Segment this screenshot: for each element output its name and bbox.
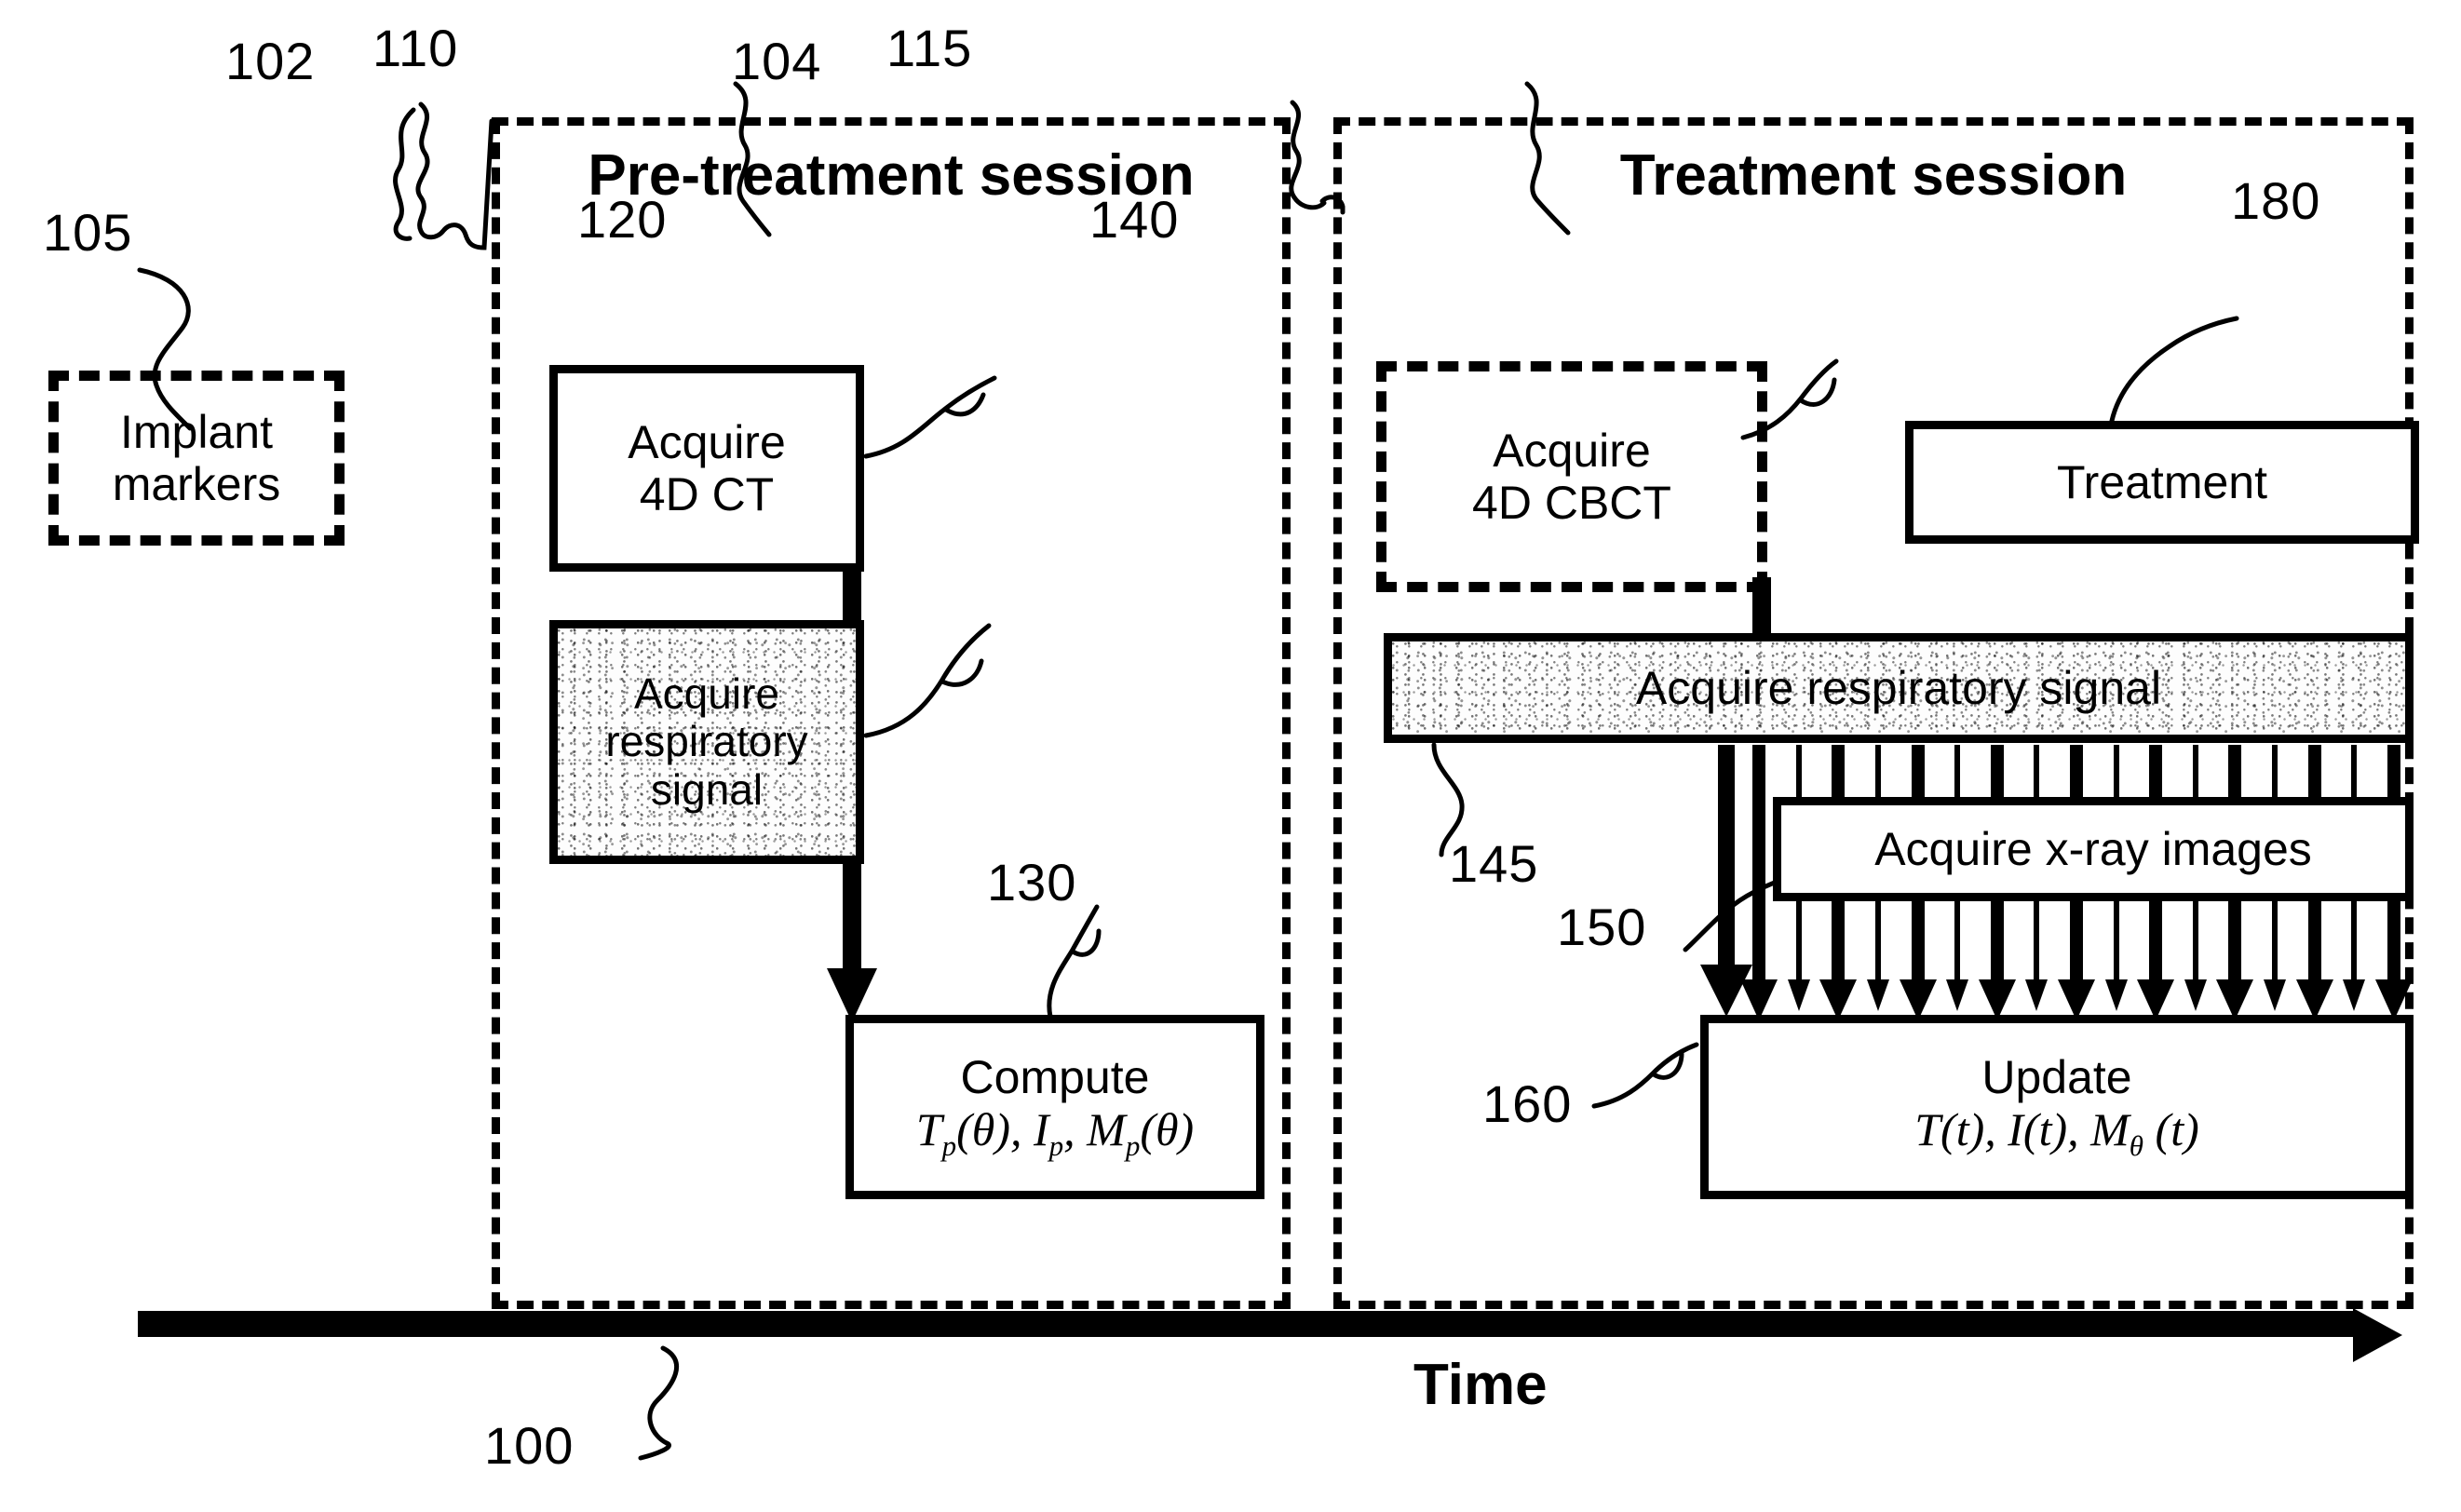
arrow-shaft bbox=[2272, 901, 2278, 983]
arrow-shaft bbox=[1752, 901, 1765, 983]
resp-pre-line1: Acquire bbox=[634, 668, 779, 718]
acquire-4d-ct-box: Acquire 4D CT bbox=[549, 365, 864, 572]
arrow-shaft bbox=[2034, 901, 2039, 983]
treatment-session-title: Treatment session bbox=[1619, 143, 2128, 208]
pretreatment-session-title: Pre-treatment session bbox=[588, 143, 1195, 208]
xray-label: Acquire x-ray images bbox=[1874, 823, 2312, 875]
leader-104 bbox=[1289, 100, 1327, 210]
acquire-respiratory-signal-tx-box: Acquire respiratory signal bbox=[1384, 633, 2414, 743]
arrow-shaft bbox=[2070, 901, 2083, 983]
arrow-shaft bbox=[1991, 901, 2004, 983]
acquire-4d-cbct-line1: Acquire bbox=[1493, 425, 1651, 477]
resp-pre-line3: signal bbox=[650, 764, 764, 814]
leader-102 bbox=[415, 101, 494, 250]
arrow-head bbox=[2025, 979, 2048, 1011]
arrow-head bbox=[2264, 979, 2286, 1011]
ref-numeral-115: 115 bbox=[886, 19, 973, 77]
arrow-head bbox=[2343, 979, 2365, 1011]
arrow-shaft bbox=[2308, 901, 2321, 983]
arrow-shaft bbox=[1796, 901, 1802, 983]
acquire-4d-cbct-box: Acquire 4D CBCT bbox=[1376, 361, 1767, 592]
acquire-respiratory-signal-pre-box: Acquire respiratory signal bbox=[549, 620, 864, 864]
acquire-4d-ct-line1: Acquire bbox=[628, 416, 786, 468]
ref-numeral-102: 102 bbox=[225, 32, 316, 90]
figure-canvas: 102 110 104 115 105 120 125 140 180 145 … bbox=[0, 0, 2461, 1512]
leader-100 bbox=[638, 1345, 680, 1461]
update-box: Update T(t), I(t), Mθ (t) bbox=[1700, 1015, 2414, 1199]
arrow-head bbox=[2105, 979, 2128, 1011]
arrow-head bbox=[1788, 979, 1810, 1011]
update-formula: T(t), I(t), Mθ (t) bbox=[1914, 1103, 2199, 1163]
implant-markers-line2: markers bbox=[112, 458, 281, 510]
arrow-shaft bbox=[1954, 901, 1960, 983]
update-line1: Update bbox=[1981, 1051, 2132, 1104]
ref-numeral-100: 100 bbox=[484, 1416, 575, 1475]
arrow-shaft bbox=[1875, 901, 1881, 983]
arrow-shaft bbox=[1912, 901, 1925, 983]
arrow-head bbox=[1867, 979, 1889, 1011]
acquire-xray-images-box: Acquire x-ray images bbox=[1773, 797, 2414, 901]
compute-line1: Compute bbox=[960, 1051, 1150, 1104]
ref-numeral-105: 105 bbox=[43, 203, 133, 262]
acquire-4d-cbct-line2: 4D CBCT bbox=[1472, 477, 1671, 529]
xray-to-update-arrows bbox=[1739, 901, 2414, 1020]
resp-tx-label: Acquire respiratory signal bbox=[1635, 662, 2162, 714]
implant-markers-box: Implant markers bbox=[48, 371, 345, 546]
acquire-4d-ct-line2: 4D CT bbox=[639, 468, 775, 520]
ref-numeral-104: 104 bbox=[732, 32, 822, 90]
time-axis-label: Time bbox=[1413, 1353, 1548, 1417]
arrow-shaft bbox=[2387, 901, 2400, 983]
resp-pre-line2: respiratory bbox=[605, 717, 808, 766]
compute-formula: Tp(θ), Ip, Mp(θ) bbox=[915, 1103, 1195, 1163]
time-axis-arrowhead bbox=[2353, 1308, 2402, 1362]
arrow-head bbox=[1946, 979, 1968, 1011]
arrow-shaft bbox=[2114, 901, 2119, 983]
treatment-label: Treatment bbox=[2056, 456, 2267, 508]
time-axis-line bbox=[138, 1311, 2358, 1337]
treatment-box: Treatment bbox=[1905, 421, 2419, 544]
compute-box: Compute Tp(θ), Ip, Mp(θ) bbox=[845, 1015, 1264, 1199]
arrow-shaft bbox=[1832, 901, 1845, 983]
arrow-shaft bbox=[2228, 901, 2241, 983]
arrow-shaft bbox=[2193, 901, 2198, 983]
arrow-shaft bbox=[2149, 901, 2162, 983]
arrow-shaft bbox=[2351, 901, 2357, 983]
arrow-head bbox=[2184, 979, 2207, 1011]
implant-markers-line1: Implant bbox=[120, 406, 273, 458]
leader-102b bbox=[393, 107, 416, 241]
ref-numeral-110: 110 bbox=[372, 19, 459, 77]
